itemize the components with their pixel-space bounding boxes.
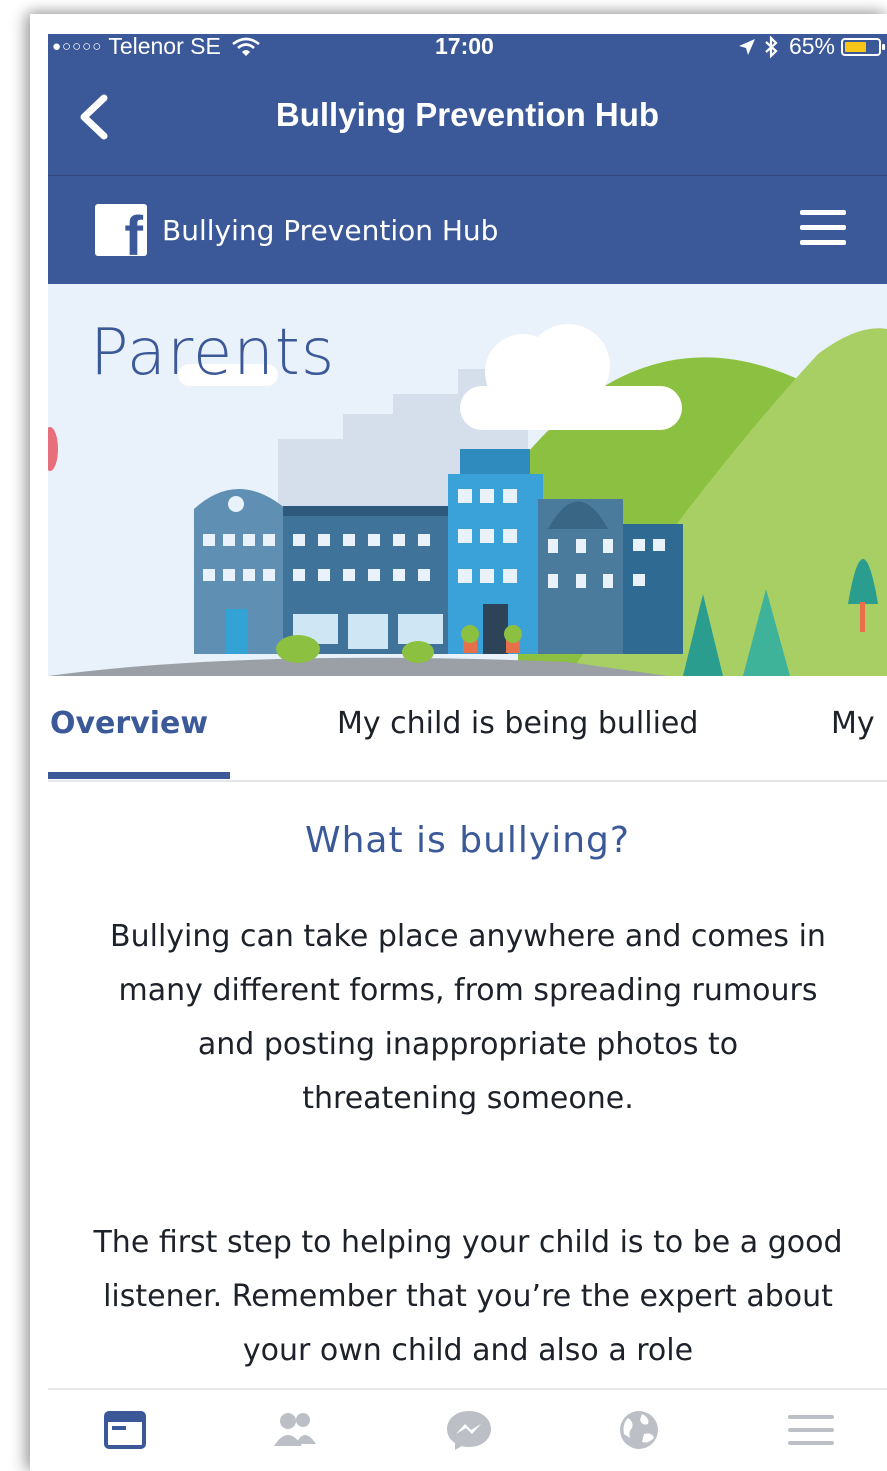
- facebook-logo-letter: f: [124, 204, 143, 257]
- active-tab-indicator: [48, 772, 230, 779]
- friends-icon: [274, 1413, 316, 1446]
- status-bar: ●○○○○ Telenor SE 17:00 65%: [48, 34, 887, 60]
- hamburger-line: [800, 240, 846, 245]
- hero-title: Parents: [90, 316, 336, 390]
- hamburger-line: [800, 210, 846, 215]
- screenshot-frame: ●○○○○ Telenor SE 17:00 65% Bullying Prev…: [30, 14, 887, 1471]
- hero-banner: Parents: [48, 284, 887, 676]
- article-content: What is bullying? Bullying can take plac…: [48, 782, 887, 1388]
- status-right: 65%: [737, 34, 885, 60]
- menu-icon: [788, 1415, 834, 1445]
- friends-tab[interactable]: [270, 1408, 320, 1452]
- hamburger-line: [800, 225, 846, 230]
- status-left: ●○○○○ Telenor SE: [52, 34, 261, 60]
- signal-strength: ●○○○○: [52, 38, 103, 55]
- bottom-tab-bar: [48, 1388, 887, 1471]
- news-feed-icon: [104, 1411, 146, 1449]
- location-arrow-icon: [738, 38, 755, 55]
- news-feed-tab[interactable]: [100, 1408, 150, 1452]
- hub-title[interactable]: Bullying Prevention Hub: [162, 214, 498, 247]
- paragraph-definition: Bullying can take place anywhere and com…: [110, 919, 826, 1116]
- carrier-name: Telenor SE: [108, 34, 221, 59]
- hub-header: f Bullying Prevention Hub: [48, 176, 887, 284]
- battery-percent: 65%: [788, 34, 835, 59]
- facebook-logo-icon[interactable]: f: [95, 204, 147, 256]
- phone-screen: ●○○○○ Telenor SE 17:00 65% Bullying Prev…: [48, 34, 887, 1471]
- clock: 17:00: [435, 34, 494, 59]
- navigation-bar: Bullying Prevention Hub: [48, 60, 887, 176]
- section-heading: What is bullying?: [305, 820, 630, 861]
- globe-icon: [620, 1411, 658, 1449]
- messenger-tab[interactable]: [444, 1408, 494, 1452]
- battery-icon: [841, 37, 885, 56]
- battery-fill: [845, 41, 866, 52]
- tab-my[interactable]: My: [831, 706, 875, 741]
- tab-my-child-is-being-bullied[interactable]: My child is being bullied: [337, 706, 698, 741]
- messenger-icon: [447, 1411, 491, 1450]
- bluetooth-icon: [765, 35, 778, 58]
- notifications-tab[interactable]: [614, 1408, 664, 1452]
- section-tabs: Overview My child is being bullied My: [48, 676, 887, 782]
- hamburger-menu-button[interactable]: [800, 210, 848, 250]
- nav-title: Bullying Prevention Hub: [275, 96, 660, 133]
- wifi-icon: [232, 37, 260, 56]
- more-menu-tab[interactable]: [786, 1408, 836, 1452]
- paragraph-advice: The first step to helping your child is …: [93, 1225, 843, 1368]
- tab-overview[interactable]: Overview: [50, 706, 208, 741]
